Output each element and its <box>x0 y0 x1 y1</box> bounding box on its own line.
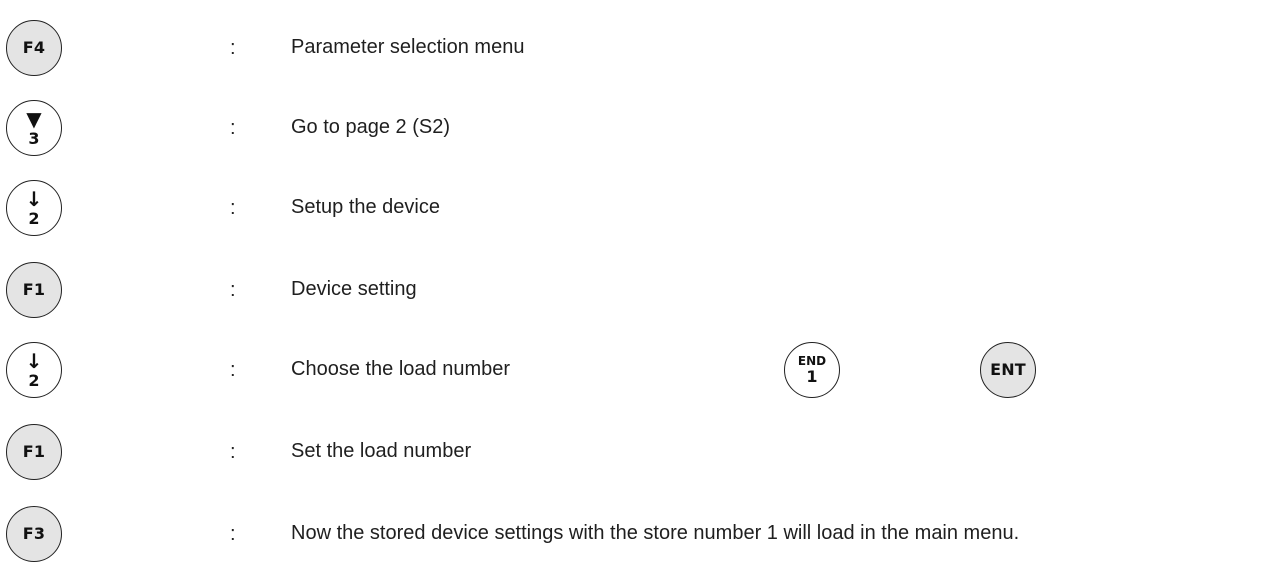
down-2-key-button[interactable]: ↓ 2 <box>6 180 62 236</box>
down-triangle-icon: ▼ <box>26 107 42 131</box>
f3-key-button[interactable]: F3 <box>6 506 62 562</box>
down-arrow-icon: ↓ <box>25 349 43 373</box>
step-description: Set the load number <box>291 440 472 462</box>
key-number: 2 <box>28 209 40 228</box>
f1-key-button[interactable]: F1 <box>6 262 62 318</box>
separator-colon: : <box>230 441 236 463</box>
separator-colon: : <box>230 279 236 301</box>
step-row-f3: F3 : Now the stored device settings with… <box>0 506 1286 566</box>
separator-colon: : <box>230 523 236 545</box>
key-number: 3 <box>28 129 40 148</box>
page-down-3-key-button[interactable]: ▼ 3 <box>6 100 62 156</box>
step-row-arrow-down: ↓ 2 : Setup the device <box>0 180 1286 240</box>
key-number: 1 <box>806 367 818 386</box>
step-description: Parameter selection menu <box>291 36 525 58</box>
step-description: Choose the load number <box>291 358 511 380</box>
step-description: Go to page 2 (S2) <box>291 116 450 138</box>
step-row-f1-set: F1 : Set the load number <box>0 424 1286 484</box>
separator-colon: : <box>230 197 236 219</box>
separator-colon: : <box>230 117 236 139</box>
separator-colon: : <box>230 359 236 381</box>
f3-key-label: F3 <box>22 524 46 543</box>
step-row-page-down: ▼ 3 : Go to page 2 (S2) <box>0 100 1286 160</box>
separator-colon: : <box>230 37 236 59</box>
step-row-choose-load: ↓ 2 : Choose the load number END 1 ENT <box>0 342 1286 402</box>
key-number: 2 <box>28 371 40 390</box>
f1-key-button[interactable]: F1 <box>6 424 62 480</box>
step-description: Setup the device <box>291 196 440 218</box>
f4-key-label: F4 <box>22 38 46 57</box>
end-1-key-button[interactable]: END 1 <box>784 342 840 398</box>
step-row-f4: F4 : Parameter selection menu <box>0 20 1286 80</box>
down-2-key-button[interactable]: ↓ 2 <box>6 342 62 398</box>
ent-key-label: ENT <box>990 360 1026 379</box>
step-row-f1: F1 : Device setting <box>0 262 1286 322</box>
end-key-top-label: END <box>797 354 827 368</box>
f1-key-label: F1 <box>22 442 46 461</box>
down-arrow-icon: ↓ <box>25 187 43 211</box>
step-description: Now the stored device settings with the … <box>291 522 1020 544</box>
f1-key-label: F1 <box>22 280 46 299</box>
step-description: Device setting <box>291 278 417 300</box>
f4-key-button[interactable]: F4 <box>6 20 62 76</box>
ent-key-button[interactable]: ENT <box>980 342 1036 398</box>
